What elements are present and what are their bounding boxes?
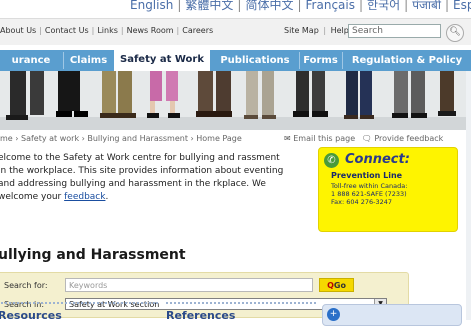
utility-divider: | (39, 26, 42, 35)
phone-icon: ✆ (324, 153, 339, 168)
help-link[interactable]: Help (331, 26, 349, 35)
email-icon[interactable]: ✉ (284, 134, 291, 143)
site-search-input[interactable]: Search (348, 24, 441, 38)
prevention-line-label: Prevention Line (331, 171, 403, 180)
utility-bar: About Us | Contact Us | Links | News Room | Care… (0, 18, 471, 45)
keywords-input[interactable]: Keywords (65, 278, 313, 292)
language-divider: | (297, 0, 302, 12)
language-links: English | 繁體中文 | 简体中文 | Français | 한국어 | पंजाबी | Es… (130, 0, 471, 13)
utility-divider: | (91, 26, 95, 35)
nav-safety-at-work[interactable]: Safety at Work (114, 49, 210, 72)
language-link[interactable]: 简体中文 (245, 0, 293, 12)
nav-forms[interactable]: Forms (300, 50, 341, 71)
info-icon: + (327, 308, 340, 321)
banner-people-image (0, 71, 471, 130)
connect-box: ✆ Connect: Prevention Line Toll-free wit… (318, 147, 458, 232)
go-button[interactable]: QGo (319, 278, 354, 292)
language-link[interactable]: 繁體中文 (185, 0, 233, 12)
intro-paragraph: elcome to the Safety at Work centre for … (0, 152, 290, 204)
search-icon[interactable]: 🔍︎ (446, 24, 464, 42)
nav-publications[interactable]: Publications (211, 50, 299, 71)
fax-number: Fax: 604 276-3247 (331, 198, 392, 206)
toll-free-number: 1 888 621-SAFE (7233) (331, 190, 407, 198)
intro-text: elcome to the Safety at Work centre for … (0, 153, 284, 202)
utility-link[interactable]: News Room (127, 26, 174, 35)
connect-title: Connect: (345, 152, 410, 167)
resources-heading: Resources (0, 302, 158, 329)
language-link[interactable]: 한국어 (367, 0, 400, 12)
language-bar: English | 繁體中文 | 简体中文 | Français | 한국어 | पंजाबी | Es… (0, 0, 471, 17)
main-nav: urance Claims Safety at Work Publication… (0, 49, 471, 72)
language-divider: | (404, 0, 409, 12)
utility-links: About Us | Contact Us | Links | News Room | Care… (0, 26, 213, 35)
site-map-link[interactable]: Site Map (284, 26, 319, 35)
language-link[interactable]: पंजाबी (412, 0, 441, 12)
language-divider: | (445, 0, 450, 12)
language-divider: | (177, 0, 182, 12)
language-link[interactable]: English (130, 0, 173, 12)
feedback-icon[interactable]: 🗨︎ (362, 134, 372, 143)
toll-free-label: Toll-free within Canada: (331, 182, 408, 190)
divider: | (323, 26, 327, 35)
nav-regulation-policy[interactable]: Regulation & Policy (343, 50, 471, 71)
bottom-right-widget: + (322, 304, 462, 326)
page-title: ullying and Harassment (0, 247, 186, 263)
utility-link[interactable]: Careers (182, 26, 213, 35)
language-link[interactable]: Español (453, 0, 471, 12)
provide-feedback-link[interactable]: Provide feedback (374, 134, 443, 143)
utility-link[interactable]: Links (97, 26, 118, 35)
language-link[interactable]: Français (306, 0, 355, 12)
intro-text-end: . (105, 192, 109, 202)
go-label: Go (333, 281, 346, 290)
banner-photo (0, 71, 471, 130)
language-divider: | (358, 0, 364, 12)
email-page-link[interactable]: Email this page (293, 134, 355, 143)
utility-divider: | (176, 26, 180, 35)
page-tools: ✉ Email this page 🗨︎ Provide feedback (284, 134, 443, 143)
utility-link[interactable]: About Us (0, 26, 36, 35)
search-for-label: Search for: (4, 281, 48, 290)
utility-divider: | (120, 26, 124, 35)
right-column-edge (466, 71, 471, 320)
nav-claims[interactable]: Claims (64, 50, 113, 71)
utility-link[interactable]: Contact Us (45, 26, 89, 35)
go-icon: Q (327, 281, 334, 290)
nav-insurance[interactable]: urance (0, 50, 62, 71)
breadcrumb[interactable]: me › Safety at work › Bullying and Haras… (0, 134, 242, 143)
utility-right: Site Map | Help (284, 26, 349, 35)
language-divider: | (237, 0, 242, 12)
feedback-link[interactable]: feedback (64, 192, 105, 202)
references-heading: References (166, 302, 316, 329)
